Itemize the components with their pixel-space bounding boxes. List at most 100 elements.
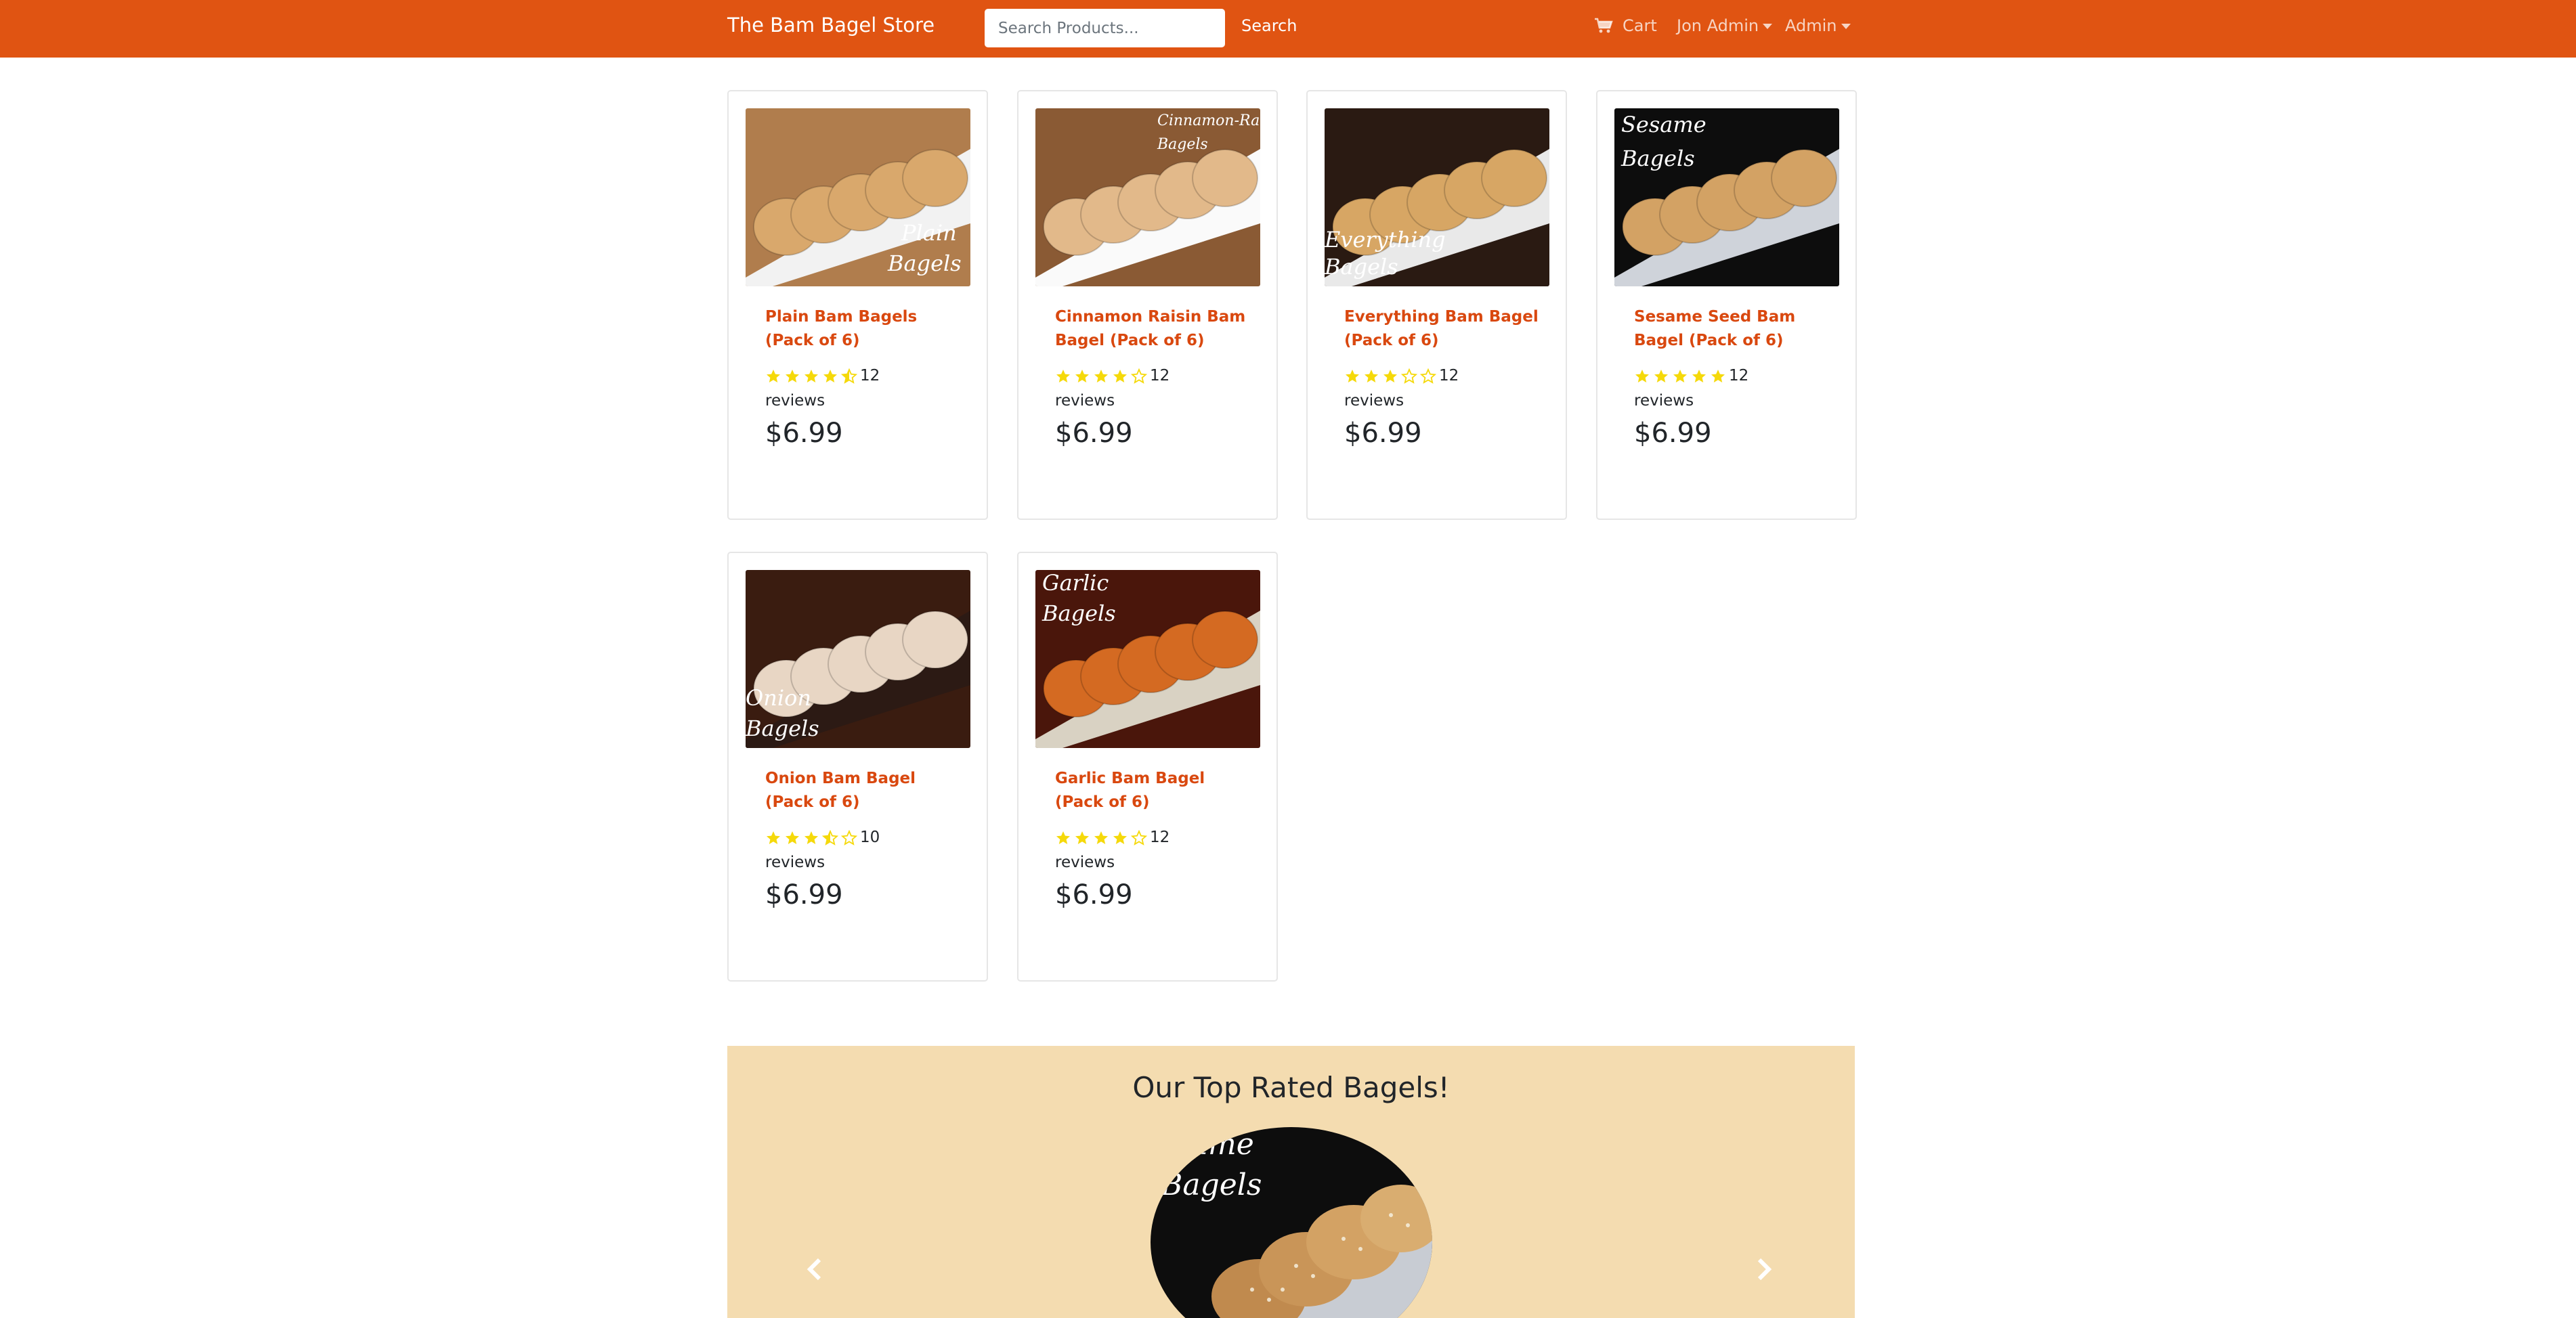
svg-text:Onion: Onion [746,685,811,711]
caret-down-icon [1841,24,1851,29]
star-half-icon [822,830,838,845]
product-image[interactable]: Cinnamon-Raisin Bagels [1035,108,1260,286]
star-half-icon [841,368,857,384]
product-rating: 12 reviews [1634,364,1837,413]
product-title-link[interactable]: Cinnamon Raisin Bam Bagel (Pack of 6) [1055,305,1258,353]
review-count: 12 [1439,367,1459,385]
product-price: $6.99 [1055,418,1133,449]
product-card: Everything Bagels Everything Bam Bagel (… [1306,90,1567,520]
product-image[interactable]: Everything Bagels [1325,108,1549,286]
rating-stars [1344,364,1439,389]
chevron-left-icon[interactable] [802,1256,829,1283]
product-rating: 12 reviews [1055,364,1258,413]
rating-stars [765,826,860,850]
star-full-icon [786,831,799,844]
star-full-icon [1075,831,1089,844]
star-full-icon [1094,831,1108,844]
star-full-icon [767,831,780,844]
product-card: Sesame Bagels Sesame Seed Bam Bagel (Pac… [1596,90,1857,520]
svg-text:Bagels: Bagels [1042,600,1116,626]
star-full-icon [1383,370,1397,382]
svg-text:Cinnamon-Raisin: Cinnamon-Raisin [1157,112,1260,129]
star-full-icon [767,370,780,382]
svg-text:Garlic: Garlic [1042,570,1109,596]
svg-text:Bagels: Bagels [1325,254,1398,280]
product-price: $6.99 [1344,418,1422,449]
product-card: Onion Bagels Onion Bam Bagel (Pack of 6)… [727,552,988,982]
product-title-link[interactable]: Onion Bam Bagel (Pack of 6) [765,767,968,814]
product-card: Garlic Bagels Garlic Bam Bagel (Pack of … [1017,552,1278,982]
star-full-icon [1113,370,1127,382]
review-label: reviews [1634,391,1694,410]
star-full-icon [1056,370,1070,382]
svg-text:Bagels: Bagels [887,250,962,276]
review-count: 10 [860,829,880,846]
user-menu-dropdown[interactable]: Jon Admin [1677,16,1773,35]
product-title-link[interactable]: Sesame Seed Bam Bagel (Pack of 6) [1634,305,1837,353]
svg-text:Sesame: Sesame [1151,1127,1254,1162]
svg-text:Bagels: Bagels [1160,1168,1262,1202]
admin-menu-dropdown[interactable]: Admin [1785,16,1851,35]
carousel-image[interactable]: Sesame Bagels [1151,1127,1432,1318]
shopping-cart-icon [1595,18,1613,33]
product-price: $6.99 [765,418,843,449]
svg-text:Bagels: Bagels [1620,146,1695,171]
review-label: reviews [1055,853,1115,871]
product-image[interactable]: Onion Bagels [746,570,970,748]
brand-link[interactable]: The Bam Bagel Store [727,14,935,37]
review-count: 12 [1729,367,1749,385]
chevron-right-icon[interactable] [1750,1256,1777,1283]
star-empty-icon [1131,368,1147,384]
caret-down-icon [1763,24,1773,29]
search-button[interactable]: Search [1241,16,1297,35]
navbar: The Bam Bagel Store Search Cart Jon Admi… [0,0,2576,58]
product-price: $6.99 [1055,879,1133,910]
admin-menu-label: Admin [1785,16,1837,35]
star-full-icon [1692,370,1706,382]
product-image[interactable]: Sesame Bagels [1614,108,1839,286]
cart-link[interactable]: Cart [1594,16,1657,35]
product-rating: 12 reviews [765,364,968,413]
product-rating: 10 reviews [765,825,968,875]
product-rating: 12 reviews [1344,364,1547,413]
review-count: 12 [1150,829,1170,846]
carousel-title: Our Top Rated Bagels! [1132,1071,1450,1104]
product-card: Plain Bagels Plain Bam Bagels (Pack of 6… [727,90,988,520]
review-label: reviews [1344,391,1404,410]
star-full-icon [804,370,818,382]
star-full-icon [1094,370,1108,382]
star-full-icon [823,370,837,382]
star-full-icon [1711,370,1725,382]
review-count: 12 [1150,367,1170,385]
star-empty-icon [1131,830,1147,845]
svg-text:Plain: Plain [901,220,957,246]
review-label: reviews [1055,391,1115,410]
review-label: reviews [765,853,825,871]
rating-stars [1055,826,1150,850]
product-title-link[interactable]: Plain Bam Bagels (Pack of 6) [765,305,968,353]
cart-label: Cart [1623,16,1657,35]
product-title-link[interactable]: Garlic Bam Bagel (Pack of 6) [1055,767,1258,814]
star-full-icon [1113,831,1127,844]
review-count: 12 [860,367,880,385]
top-rated-carousel: Our Top Rated Bagels! Sesame Bagels [727,1046,1855,1318]
product-image[interactable]: Plain Bagels [746,108,970,286]
star-empty-icon [1420,368,1436,384]
product-price: $6.99 [1634,418,1712,449]
rating-stars [765,364,860,389]
product-image[interactable]: Garlic Bagels [1035,570,1260,748]
star-full-icon [786,370,799,382]
star-full-icon [1635,370,1649,382]
product-title-link[interactable]: Everything Bam Bagel (Pack of 6) [1344,305,1547,353]
product-price: $6.99 [765,879,843,910]
svg-text:Bagels: Bagels [746,716,819,741]
svg-text:Sesame: Sesame [1621,112,1706,137]
rating-stars [1055,364,1150,389]
product-rating: 12 reviews [1055,825,1258,875]
star-empty-icon [1401,368,1417,384]
product-card: Cinnamon-Raisin Bagels Cinnamon Raisin B… [1017,90,1278,520]
star-full-icon [804,831,818,844]
star-full-icon [1075,370,1089,382]
search-input[interactable] [985,9,1225,47]
star-empty-icon [841,830,857,845]
